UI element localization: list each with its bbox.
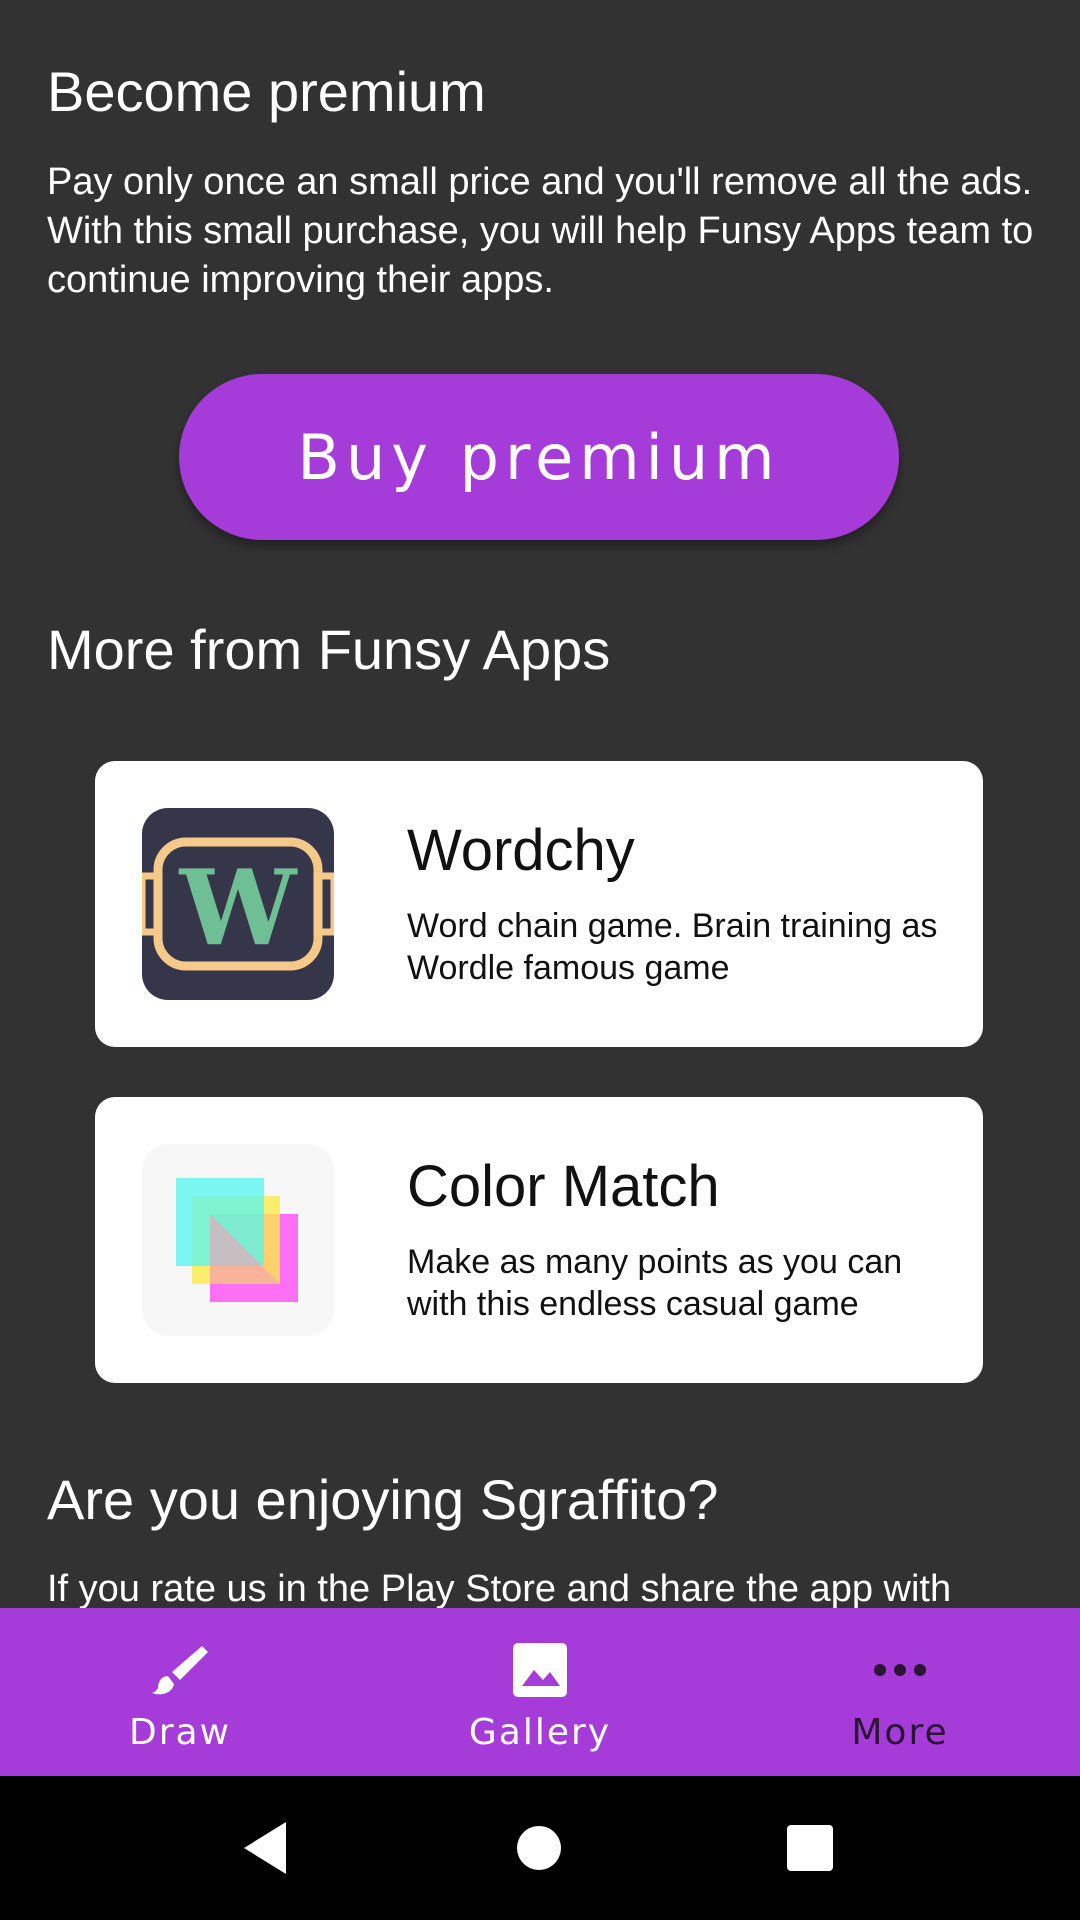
nav-item-gallery[interactable]: Gallery: [360, 1608, 720, 1776]
app-name: Color Match: [407, 1154, 720, 1219]
recents-icon[interactable]: [778, 1816, 842, 1880]
nav-item-more[interactable]: More: [720, 1608, 1080, 1776]
rate-text: If you rate us in the Play Store and sha…: [47, 1568, 952, 1608]
wordchy-logo-icon: W: [142, 808, 334, 1000]
premium-title: Become premium: [47, 60, 486, 123]
nav-label-draw: Draw: [128, 1712, 232, 1753]
app-name: Wordchy: [407, 818, 635, 883]
home-icon[interactable]: [507, 1816, 571, 1880]
rate-title: Are you enjoying Sgraffito?: [47, 1468, 719, 1531]
app-card-color-match[interactable]: Color Match Make as many points as you c…: [95, 1097, 983, 1383]
nav-label-gallery: Gallery: [468, 1712, 612, 1753]
buy-premium-button[interactable]: Buy premium: [179, 374, 899, 540]
wordchy-logo-letter: W: [179, 846, 299, 969]
nav-item-draw[interactable]: Draw: [0, 1608, 360, 1776]
image-icon: [513, 1643, 567, 1697]
app-description: Make as many points as you can with this…: [407, 1243, 903, 1323]
app-card-wordchy[interactable]: W Wordchy Word chain game. Brain trainin…: [95, 761, 983, 1047]
back-icon[interactable]: [236, 1816, 300, 1880]
color-match-logo-icon: [142, 1144, 334, 1336]
premium-description: Pay only once an small price and you'll …: [47, 161, 1034, 301]
nav-label-more: More: [851, 1712, 949, 1753]
scroll-content[interactable]: Become premium Pay only once an small pr…: [0, 0, 1080, 1608]
screen: Become premium Pay only once an small pr…: [0, 0, 1080, 1920]
bottom-navigation: Draw Gallery More: [0, 1608, 1080, 1776]
brush-icon: [152, 1646, 208, 1695]
app-description: Word chain game. Brain training as Wordl…: [407, 907, 938, 987]
system-navigation-bar: [0, 1776, 1080, 1920]
more-dots-icon: [874, 1664, 926, 1676]
more-apps-title: More from Funsy Apps: [47, 618, 611, 681]
